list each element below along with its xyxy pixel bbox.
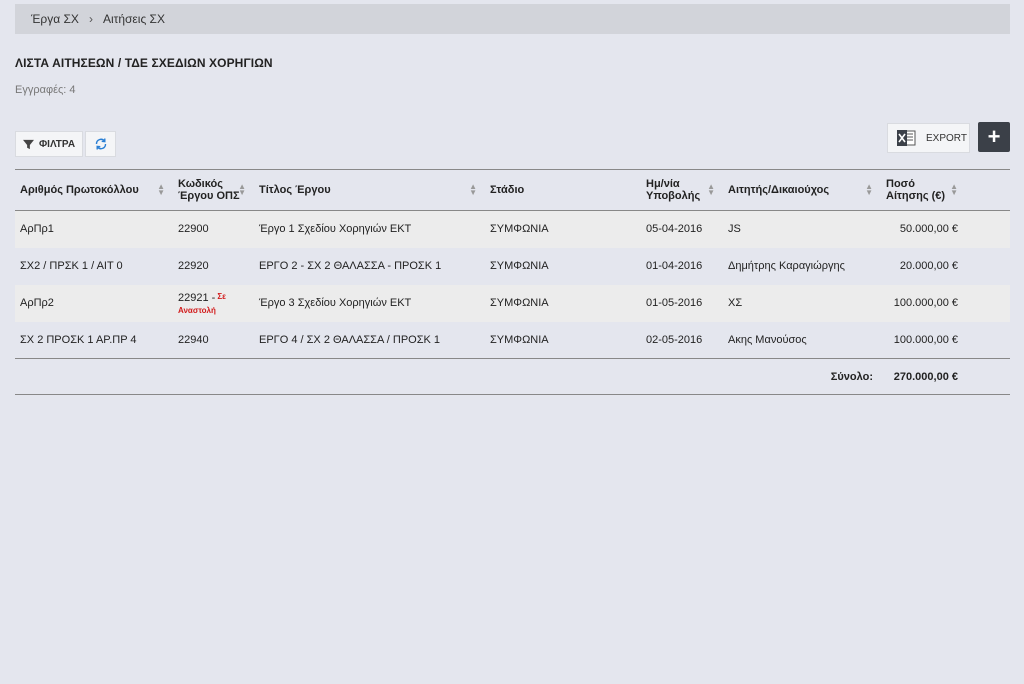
excel-icon: [897, 130, 916, 146]
cell-date: 01-05-2016: [646, 297, 703, 309]
total-value: 270.000,00 €: [893, 370, 958, 383]
cell-protocol: ΣΧ2 / ΠΡΣΚ 1 / ΑΙΤ 0: [20, 260, 123, 272]
refresh-button[interactable]: [85, 131, 116, 157]
breadcrumb-item-applications[interactable]: Αιτήσεις ΣΧ: [103, 12, 165, 26]
header-stage[interactable]: Στάδιο: [485, 170, 641, 211]
header-protocol[interactable]: Αριθμός Πρωτοκόλλου ▲ ▼: [15, 170, 173, 211]
cell-protocol: ΑρΠρ2: [20, 297, 54, 309]
table-header-row: Αριθμός Πρωτοκόλλου ▲ ▼ Κωδικός Έργου ΟΠΣ ▲ ▼…: [15, 169, 1010, 211]
table-row[interactable]: ΣΧ2 / ΠΡΣΚ 1 / ΑΙΤ 0 22920 ΕΡΓΟ 2 - ΣΧ 2…: [15, 248, 1010, 285]
cell-applicant: ΧΣ: [728, 297, 743, 309]
header-applicant[interactable]: Αιτητής/Δικαιούχος ▲ ▼: [723, 170, 881, 211]
cell-protocol: ΑρΠρ1: [20, 223, 54, 236]
cell-title: ΕΡΓΟ 4 / ΣΧ 2 ΘΑΛΑΣΣΑ / ΠΡΟΣΚ 1: [259, 333, 441, 346]
cell-amount: 50.000,00 €: [899, 223, 958, 236]
cell-date: 01-04-2016: [646, 260, 703, 272]
table-footer-row: Σύνολο: 270.000,00 €: [15, 358, 1010, 395]
total-label: Σύνολο:: [830, 370, 873, 383]
suspended-badge-text: Αναστολή: [178, 305, 216, 315]
cell-title: ΕΡΓΟ 2 - ΣΧ 2 ΘΑΛΑΣΣΑ - ΠΡΟΣΚ 1: [259, 260, 442, 272]
table-row[interactable]: ΣΧ 2 ΠΡΟΣΚ 1 ΑΡ.ΠΡ 4 22940 ΕΡΓΟ 4 / ΣΧ 2…: [15, 322, 1010, 359]
ops-code-value: 22921 -: [178, 291, 216, 304]
sort-icon: ▲ ▼: [950, 182, 958, 197]
cell-stage: ΣΥΜΦΩΝΙΑ: [490, 223, 549, 236]
breadcrumb-separator: ›: [88, 12, 93, 26]
cell-applicant: JS: [728, 223, 741, 236]
cell-ops-code: 22921 - Σε Αναστολή: [173, 285, 254, 322]
table-row[interactable]: ΑρΠρ2 22921 - Σε Αναστολή Έργο 3 Σχεδίου…: [15, 284, 1010, 322]
filters-label: ΦΙΛΤΡΑ: [38, 138, 76, 150]
record-count: Εγγραφές: 4: [15, 84, 76, 96]
cell-applicant: Ακης Μανούσος: [728, 333, 807, 346]
cell-stage: ΣΥΜΦΩΝΙΑ: [490, 333, 549, 346]
sort-icon: ▲ ▼: [157, 182, 165, 197]
cell-protocol: ΣΧ 2 ΠΡΟΣΚ 1 ΑΡ.ΠΡ 4: [20, 333, 137, 346]
cell-stage: ΣΥΜΦΩΝΙΑ: [490, 297, 549, 309]
filters-button[interactable]: ΦΙΛΤΡΑ: [15, 131, 83, 157]
applications-table: Αριθμός Πρωτοκόλλου ▲ ▼ Κωδικός Έργου ΟΠΣ ▲ ▼…: [15, 169, 1010, 395]
sort-icon: ▲ ▼: [865, 182, 873, 197]
refresh-icon: [95, 138, 106, 150]
cell-title: Έργο 1 Σχεδίου Χορηγιών ΕΚΤ: [259, 223, 412, 236]
sort-icon: ▲ ▼: [238, 182, 246, 197]
sort-icon: ▲ ▼: [707, 182, 715, 197]
cell-title: Έργο 3 Σχεδίου Χορηγιών ΕΚΤ: [259, 297, 412, 309]
cell-date: 05-04-2016: [646, 223, 703, 236]
filter-icon: [22, 139, 34, 149]
suspended-badge: Σε: [217, 291, 226, 301]
cell-amount: 100.000,00 €: [893, 297, 958, 309]
cell-date: 02-05-2016: [646, 333, 703, 346]
cell-ops-code: 22900: [178, 223, 209, 236]
export-button[interactable]: EXPORT: [887, 123, 970, 153]
breadcrumb: Έργα ΣΧ › Αιτήσεις ΣΧ: [15, 4, 1010, 34]
header-date[interactable]: Ημ/νία Υποβολής ▲ ▼: [641, 170, 723, 211]
cell-amount: 20.000,00 €: [899, 260, 958, 272]
header-title[interactable]: Τίτλος Έργου ▲ ▼: [254, 170, 485, 211]
header-ops-code[interactable]: Κωδικός Έργου ΟΠΣ ▲ ▼: [173, 170, 254, 211]
breadcrumb-item-projects[interactable]: Έργα ΣΧ: [31, 12, 79, 26]
cell-stage: ΣΥΜΦΩΝΙΑ: [490, 260, 549, 272]
cell-amount: 100.000,00 €: [893, 333, 958, 346]
add-button[interactable]: +: [978, 122, 1010, 152]
table-row[interactable]: ΑρΠρ1 22900 Έργο 1 Σχεδίου Χορηγιών ΕΚΤ …: [15, 210, 1010, 248]
sort-icon: ▲ ▼: [469, 182, 477, 197]
cell-ops-code: 22920: [178, 260, 209, 272]
page-title: ΛΙΣΤΑ ΑΙΤΗΣΕΩΝ / ΤΔΕ ΣΧΕΔΙΩΝ ΧΟΡΗΓΙΩΝ: [15, 56, 273, 70]
cell-applicant: Δημήτρης Καραγιώργης: [728, 260, 845, 272]
export-label: EXPORT: [926, 132, 967, 144]
header-amount[interactable]: Ποσό Αίτησης (€) ▲ ▼: [881, 170, 1010, 211]
cell-ops-code: 22940: [178, 333, 209, 346]
